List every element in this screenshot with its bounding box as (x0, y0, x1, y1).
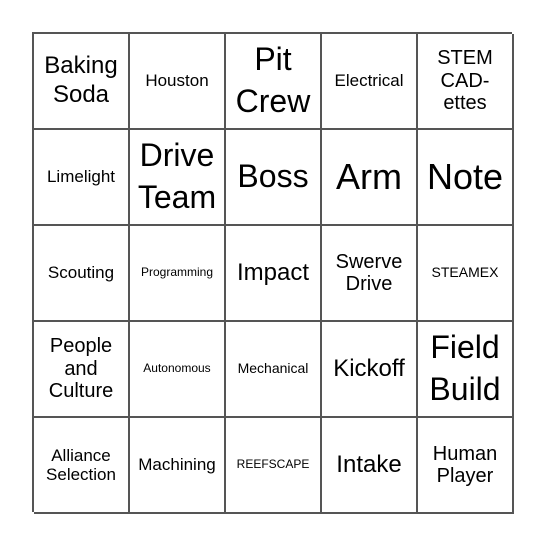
bingo-cell[interactable]: Note (418, 130, 514, 226)
bingo-cell-label: Arm (336, 155, 402, 197)
bingo-cell-label: Autonomous (143, 361, 211, 376)
bingo-cell[interactable]: Baking Soda (34, 34, 130, 130)
bingo-board: Baking Soda Houston Pit Crew Electrical STEM… (32, 32, 514, 514)
bingo-cell-label: People and Culture (48, 335, 114, 403)
bingo-cell[interactable]: Kickoff (322, 322, 418, 418)
bingo-cell[interactable]: Impact (226, 226, 322, 322)
bingo-cell[interactable]: Mechanical (226, 322, 322, 418)
bingo-cell[interactable]: REEFSCAPE (226, 418, 322, 514)
bingo-cell[interactable]: STEM CAD- ettes (418, 34, 514, 130)
bingo-cell[interactable]: Human Player (418, 418, 514, 514)
bingo-cell[interactable]: Electrical (322, 34, 418, 130)
bingo-cell[interactable]: Arm (322, 130, 418, 226)
bingo-cell[interactable]: Alliance Selection (34, 418, 130, 514)
bingo-cell[interactable]: Limelight (34, 130, 130, 226)
bingo-cell-label: Limelight (46, 167, 116, 187)
bingo-cell[interactable]: Swerve Drive (322, 226, 418, 322)
bingo-cell[interactable]: STEAMEX (418, 226, 514, 322)
bingo-cell-label: STEAMEX (431, 264, 499, 281)
bingo-cell-label: Programming (140, 265, 214, 280)
bingo-cell[interactable]: Field Build (418, 322, 514, 418)
bingo-cell[interactable]: Pit Crew (226, 34, 322, 130)
bingo-cell[interactable]: People and Culture (34, 322, 130, 418)
bingo-cell[interactable]: Houston (130, 34, 226, 130)
bingo-cell-label: Baking Soda (44, 52, 118, 108)
bingo-cell[interactable]: Scouting (34, 226, 130, 322)
bingo-cell[interactable]: Machining (130, 418, 226, 514)
bingo-cell-label: Swerve Drive (335, 250, 403, 295)
bingo-cell-label: Intake (336, 450, 402, 478)
bingo-cell[interactable]: Intake (322, 418, 418, 514)
bingo-cell-label: Machining (138, 455, 216, 475)
bingo-cell-label: Scouting (47, 263, 115, 283)
bingo-cell-label: Electrical (334, 71, 404, 91)
bingo-cell-label: Mechanical (237, 360, 309, 377)
bingo-cell-label: Alliance Selection (46, 445, 116, 484)
bingo-cell-label: Boss (237, 158, 309, 195)
bingo-cell-label: Kickoff (333, 354, 405, 382)
bingo-cell-label: Human Player (432, 442, 498, 487)
bingo-cell[interactable]: Boss (226, 130, 322, 226)
bingo-cell-label: Pit Crew (235, 41, 311, 119)
bingo-cell-label: Field Build (429, 329, 501, 407)
bingo-cell[interactable]: Autonomous (130, 322, 226, 418)
bingo-cell-label: REEFSCAPE (236, 457, 310, 472)
bingo-cell-label: Houston (145, 71, 209, 91)
bingo-cell[interactable]: Programming (130, 226, 226, 322)
bingo-cell-label: Note (426, 155, 504, 197)
bingo-cell-label: Drive Team (137, 137, 217, 215)
bingo-cell[interactable]: Drive Team (130, 130, 226, 226)
bingo-cell-label: STEM CAD- ettes (437, 47, 493, 115)
bingo-cell-label: Impact (236, 258, 310, 286)
